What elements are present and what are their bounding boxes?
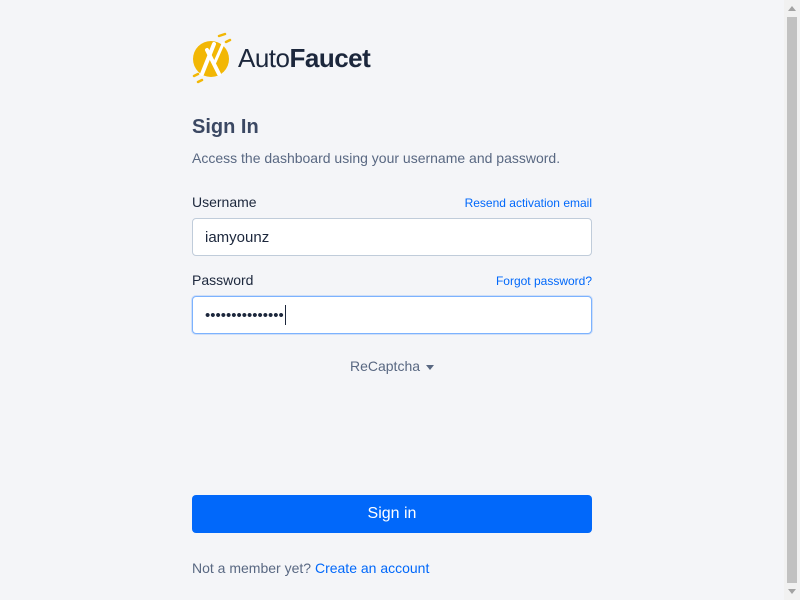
username-input[interactable]: iamyounz	[192, 218, 592, 256]
brand-name: AutoFaucet	[238, 42, 371, 74]
signup-prompt: Not a member yet? Create an account	[192, 560, 429, 576]
username-label: Username	[192, 194, 257, 210]
vertical-scrollbar[interactable]	[784, 0, 800, 600]
scroll-down-arrow-icon[interactable]	[788, 589, 796, 594]
password-input[interactable]: •••••••••••••••	[192, 296, 592, 334]
brand-logo[interactable]: AutoFaucet	[192, 30, 592, 86]
recaptcha-label: ReCaptcha	[349, 358, 421, 374]
scroll-up-arrow-icon[interactable]	[788, 6, 796, 11]
autofaucet-logo-icon	[192, 32, 232, 84]
brand-name-bold: Faucet	[289, 42, 371, 73]
scrollbar-thumb[interactable]	[787, 17, 797, 583]
forgot-password-link[interactable]: Forgot password?	[496, 274, 592, 288]
text-caret	[284, 305, 286, 325]
recaptcha-dropdown[interactable]: ReCaptcha	[192, 358, 592, 374]
signup-prompt-text: Not a member yet?	[192, 560, 312, 576]
password-label-row: Password Forgot password?	[192, 272, 592, 288]
brand-name-light: Auto	[238, 42, 290, 73]
login-container: AutoFaucet Sign In Access the dashboard …	[192, 30, 592, 576]
resend-activation-link[interactable]: Resend activation email	[465, 196, 592, 210]
password-masked-value: •••••••••••••••	[205, 306, 284, 324]
username-value: iamyounz	[205, 228, 270, 246]
create-account-link[interactable]: Create an account	[315, 560, 429, 576]
page-title: Sign In	[192, 116, 259, 138]
page-subtitle: Access the dashboard using your username…	[192, 150, 561, 166]
username-label-row: Username Resend activation email	[192, 194, 592, 210]
password-label: Password	[192, 272, 254, 288]
caret-down-icon	[426, 364, 435, 370]
sign-in-button[interactable]: Sign in	[192, 495, 592, 533]
login-page: AutoFaucet Sign In Access the dashboard …	[0, 0, 784, 600]
